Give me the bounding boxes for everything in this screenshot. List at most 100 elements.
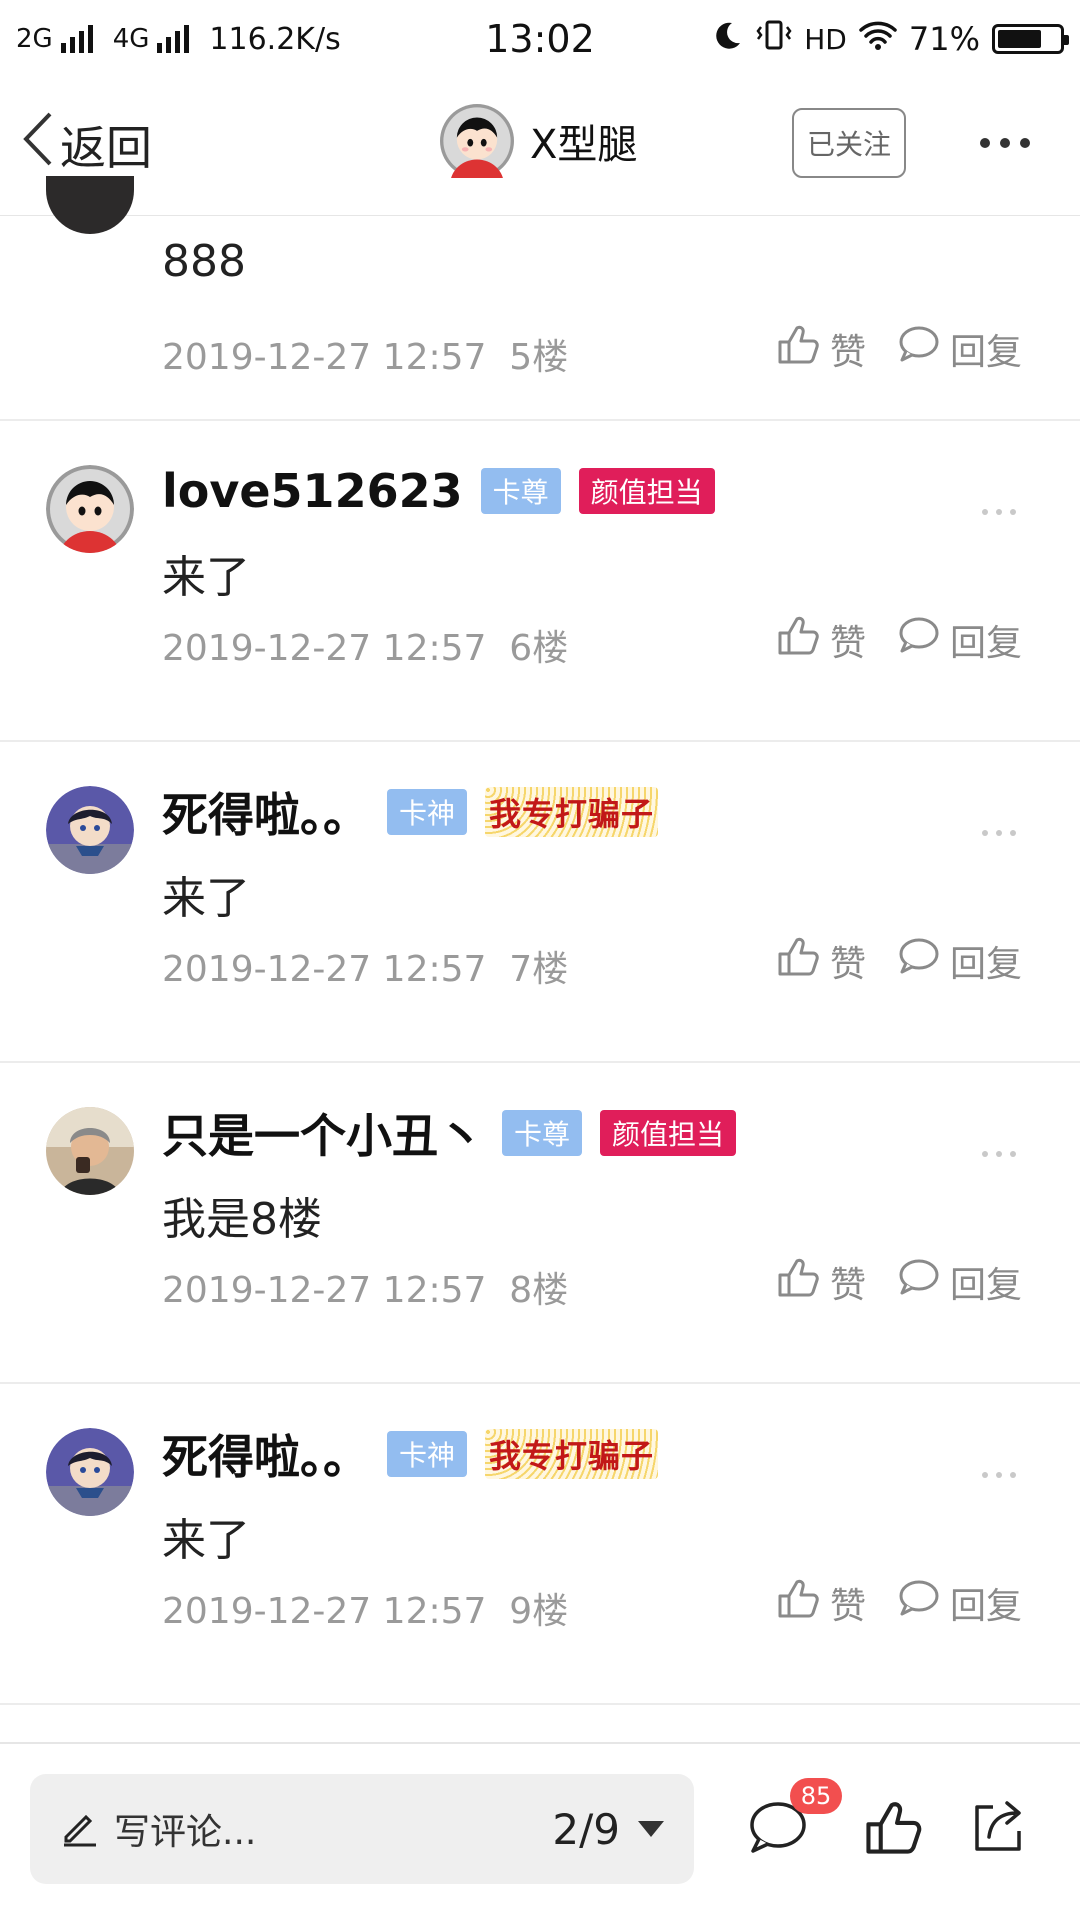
comment-content: 888: [162, 236, 246, 287]
like-label: 赞: [830, 943, 867, 985]
comment-more-icon[interactable]: [982, 1151, 1016, 1157]
signal-icon: [157, 25, 190, 53]
comment-content: 来了: [162, 873, 250, 924]
floor-number: 9楼: [509, 1591, 569, 1632]
like-label: 赞: [830, 622, 867, 664]
title-badge: 颜值担当: [600, 1110, 737, 1156]
reply-label: 回复: [950, 622, 1023, 664]
thumbs-up-icon: [776, 934, 820, 987]
like-label: 赞: [830, 1585, 867, 1627]
comment-item: 只是一个小丑丶 卡尊 颜值担当 我是8楼 2019-12-27 12:57 8楼…: [0, 1063, 1080, 1384]
username[interactable]: 只是一个小丑丶: [162, 1100, 484, 1166]
caret-down-icon: [638, 1821, 664, 1837]
comment-time: 2019-12-27 12:57: [162, 628, 487, 669]
comment-meta: 2019-12-27 12:57 5楼: [162, 328, 568, 380]
reply-button[interactable]: 回复: [896, 323, 1022, 375]
reply-label: 回复: [950, 943, 1023, 985]
username[interactable]: 死得啦。。: [162, 779, 369, 845]
battery-icon: [992, 24, 1069, 54]
avatar[interactable]: [46, 1428, 134, 1516]
thumbs-up-icon: [776, 1576, 820, 1629]
speech-bubble-icon: [896, 324, 940, 373]
like-button[interactable]: 赞: [776, 1576, 866, 1629]
floor-number: 8楼: [509, 1270, 569, 1311]
comment-content: 来了: [162, 1515, 250, 1566]
comment-time: 2019-12-27 12:57: [162, 337, 487, 378]
write-comment-input[interactable]: 写评论... 2/9: [30, 1774, 694, 1884]
reply-label: 回复: [950, 1264, 1023, 1306]
comment-content: 我是8楼: [162, 1194, 322, 1245]
floor-number: 6楼: [509, 628, 569, 669]
avatar[interactable]: [46, 786, 134, 874]
like-button[interactable]: 赞: [776, 1255, 866, 1308]
pencil-icon: [60, 1807, 100, 1851]
share-button[interactable]: [962, 1794, 1032, 1864]
comment-meta: 2019-12-27 12:57 9楼: [162, 1582, 568, 1634]
avatar: [440, 104, 514, 185]
like-label: 赞: [830, 1264, 867, 1306]
comment-meta: 2019-12-27 12:57 7楼: [162, 940, 568, 992]
comment-meta: 2019-12-27 12:57 8楼: [162, 1261, 568, 1313]
speech-bubble-icon: [896, 615, 940, 664]
reply-button[interactable]: 回复: [896, 1577, 1022, 1629]
reply-label: 回复: [950, 1585, 1023, 1627]
thumbs-up-icon: [863, 1797, 923, 1861]
speech-bubble-icon: [896, 936, 940, 985]
signal-icon: [60, 25, 93, 53]
floor-number: 7楼: [509, 949, 569, 990]
comment-more-icon[interactable]: [982, 830, 1016, 836]
thumbs-up-icon: [776, 322, 820, 375]
like-button[interactable]: 赞: [776, 613, 866, 666]
user-row: 只是一个小丑丶 卡尊 颜值担当: [162, 1100, 737, 1166]
hd-label: HD: [804, 22, 847, 56]
comment-time: 2019-12-27 12:57: [162, 1591, 487, 1632]
comment-actions: 赞 回复: [776, 1576, 1022, 1629]
comment-more-icon[interactable]: [982, 509, 1016, 515]
thumbs-up-icon: [776, 1255, 820, 1308]
speech-bubble-icon: [896, 1257, 940, 1306]
battery-percent: 71%: [908, 20, 980, 58]
like-label: 赞: [830, 331, 867, 373]
comment-more-icon[interactable]: [982, 1472, 1016, 1478]
avatar[interactable]: [46, 1107, 134, 1195]
username[interactable]: 死得啦。。: [162, 1421, 369, 1487]
title-badge: 我专打骗子: [485, 787, 659, 837]
username[interactable]: love512623: [162, 464, 463, 518]
page-selector[interactable]: 2/9: [552, 1805, 664, 1854]
speech-bubble-icon: [896, 1578, 940, 1627]
reply-button[interactable]: 回复: [896, 1256, 1022, 1308]
title-badge: 颜值担当: [578, 468, 715, 514]
wifi-icon: [859, 19, 897, 59]
nav-bar: 返回 X型腿 已关注: [0, 78, 1080, 216]
thread-author[interactable]: X型腿: [440, 104, 638, 185]
user-row: 死得啦。。 卡神 我专打骗子: [162, 779, 659, 845]
comment-time: 2019-12-27 12:57: [162, 1270, 487, 1311]
back-button[interactable]: 返回: [20, 110, 152, 179]
network-2g-label: 2G: [16, 24, 53, 54]
level-badge: 卡尊: [480, 468, 561, 514]
avatar[interactable]: [46, 465, 134, 553]
network-speed: 116.2K/s: [209, 21, 341, 57]
vibrate-icon: [756, 19, 792, 60]
reply-button[interactable]: 回复: [896, 614, 1022, 666]
like-button[interactable]: 赞: [776, 322, 866, 375]
more-options-icon[interactable]: [980, 138, 1030, 148]
thumbs-up-icon: [776, 613, 820, 666]
back-label: 返回: [60, 120, 152, 175]
page-title: X型腿: [530, 122, 638, 168]
share-icon: [967, 1797, 1027, 1861]
title-badge: 我专打骗子: [485, 1429, 659, 1479]
like-post-button[interactable]: [858, 1794, 928, 1864]
user-row: 死得啦。。 卡神 我专打骗子: [162, 1421, 659, 1487]
like-button[interactable]: 赞: [776, 934, 866, 987]
user-row: love512623 卡尊 颜值担当: [162, 461, 715, 521]
comment-actions: 赞 回复: [776, 613, 1022, 666]
comment-item: love512623 卡尊 颜值担当 来了 2019-12-27 12:57 6…: [0, 421, 1080, 742]
comment-item: 死得啦。。 卡神 我专打骗子 来了 2019-12-27 12:57 7楼 赞 …: [0, 742, 1080, 1063]
floor-number: 5楼: [509, 337, 569, 378]
reply-button[interactable]: 回复: [896, 935, 1022, 987]
comment-content: 来了: [162, 552, 250, 603]
comment-actions: 赞 回复: [776, 1255, 1022, 1308]
level-badge: 卡神: [387, 1431, 468, 1477]
follow-button[interactable]: 已关注: [792, 108, 906, 178]
